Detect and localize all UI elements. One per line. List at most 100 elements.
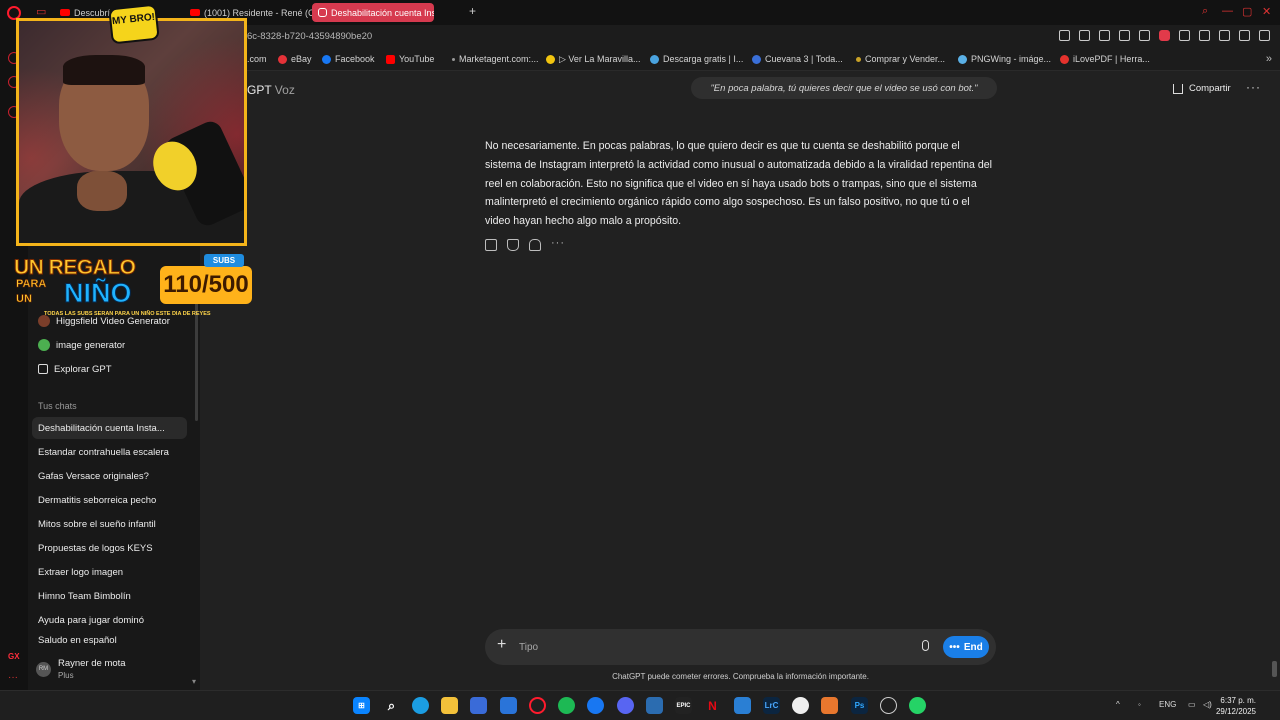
volume-icon[interactable]: ◁) [1203,700,1212,709]
bookmark-item[interactable]: eBay [278,54,312,64]
lightroom-icon[interactable]: LrC [763,697,780,714]
extension-vpn-icon[interactable] [1159,30,1170,41]
bookmark-item[interactable]: .com [247,54,267,64]
microphone-icon[interactable] [922,640,929,651]
network-icon[interactable]: ▭ [1188,700,1196,709]
tray-mic-icon[interactable]: ◦ [1138,700,1141,709]
promo-banner: UN REGALO PARA UN NIÑO 110/500 SUBS TODA… [14,252,252,320]
outlook-icon[interactable] [500,697,517,714]
pngwing-icon [958,54,967,64]
chat-item[interactable]: Ayuda para jugar dominó [32,609,187,631]
bookmark-item[interactable]: Descarga gratis | I... [650,54,743,64]
chat-item[interactable]: Estandar contrahuella escalera [32,441,187,463]
bookmark-item[interactable]: Cuevana 3 | Toda... [752,54,843,64]
maximize-button[interactable]: ▢ [1242,5,1252,18]
extension-game-icon[interactable] [1199,30,1210,41]
toolbar-icons [1059,30,1270,41]
user-menu[interactable]: RM Rayner de mota Plus [36,654,191,684]
pin-icon[interactable] [1059,30,1070,41]
facebook-icon[interactable] [587,697,604,714]
minimize-button[interactable]: — [1222,5,1233,17]
youtube-icon [190,9,200,16]
chat-item[interactable]: Gafas Versace originales? [32,465,187,487]
app-icon[interactable] [646,697,663,714]
extension-puzzle-icon[interactable] [1219,30,1230,41]
chat-item[interactable]: Himno Team Bimbolín [32,585,187,607]
chatgpt-app-icon[interactable] [792,697,809,714]
illustrator-style-icon[interactable] [821,697,838,714]
bookmark-item[interactable]: Comprar y Vender... [856,54,945,64]
close-window-button[interactable]: ✕ [1262,5,1271,18]
bookmark-item[interactable]: Marketagent.com:... [452,54,539,64]
bookmark-label: Facebook [335,54,375,64]
search-tabs-icon[interactable]: ⌕ [1202,5,1208,18]
search-icon[interactable]: ⌕ [383,697,400,714]
chat-item[interactable]: Deshabilitación cuenta Insta... [32,417,187,439]
streamer-hair [63,55,145,85]
download-icon[interactable] [1239,30,1250,41]
conversation-options-icon[interactable]: ··· [1246,80,1261,94]
edge-icon[interactable] [412,697,429,714]
share-button[interactable]: Compartir [1173,83,1231,94]
play-icon[interactable] [1119,30,1130,41]
promo-nino: NIÑO [64,278,132,309]
bookmark-label: Marketagent.com:... [459,54,539,64]
thumbs-up-icon[interactable] [507,239,519,251]
attach-plus-icon[interactable]: + [497,636,506,654]
model-selector[interactable]: GPT Voz [247,83,295,97]
model-name: GPT [247,83,272,97]
snapshot-icon[interactable] [1079,30,1090,41]
image-generator-icon [38,339,50,351]
sidebar-more-icon[interactable]: ··· [8,672,18,683]
bookmark-item[interactable]: iLovePDF | Herra... [1060,54,1150,64]
bookmark-item[interactable]: YouTube [386,54,434,64]
tab-overview-icon[interactable]: ▭ [36,5,46,18]
heart-icon[interactable] [1139,30,1150,41]
main-scrollbar[interactable] [1272,661,1277,677]
whatsapp-icon[interactable] [909,697,926,714]
clock[interactable]: 6:37 p. m. 29/12/2025 [1216,695,1256,717]
bookmark-item[interactable]: PNGWing - imáge... [958,54,1051,64]
gpt-image-generator[interactable]: image generator [38,334,188,356]
more-actions-icon[interactable]: ··· [551,238,567,251]
spotify-icon[interactable] [558,697,575,714]
language-indicator[interactable]: ENG [1159,700,1176,709]
store-icon[interactable] [470,697,487,714]
thumbs-down-icon[interactable] [529,239,541,251]
end-voice-button[interactable]: ••• End [943,636,989,658]
epic-games-icon[interactable]: EPIC [675,697,692,714]
chat-item[interactable]: Propuestas de logos KEYS [32,537,187,559]
photoshop-icon[interactable]: Ps [851,697,868,714]
menu-icon[interactable] [1259,30,1270,41]
user-plan: Plus [58,671,74,680]
scroll-down-icon[interactable]: ▾ [192,677,196,686]
shield-icon[interactable] [1099,30,1110,41]
tray-overflow-icon[interactable]: ^ [1116,700,1120,709]
windows-start-icon[interactable]: ⊞ [353,697,370,714]
promo-subs-badge: SUBS [204,254,244,267]
comprar-icon [856,56,861,62]
chat-item[interactable]: Saludo en español [32,633,187,647]
copy-icon[interactable] [485,239,497,251]
obs-icon[interactable] [880,697,897,714]
discord-icon[interactable] [617,697,634,714]
explore-gpts[interactable]: Explorar GPT [38,358,188,380]
gx-icon[interactable]: GX [8,652,20,661]
media-icon[interactable] [734,697,751,714]
bookmarks-more-icon[interactable]: » [1266,53,1272,65]
prompt-input[interactable] [519,638,899,656]
marketagent-icon [452,57,455,61]
file-explorer-icon[interactable] [441,697,458,714]
bookmark-item[interactable]: Facebook [322,54,375,64]
url-text[interactable]: 6c-8328-b720-43594890be20 [247,31,372,42]
chat-item[interactable]: Extraer logo imagen [32,561,187,583]
extension-icon[interactable] [1179,30,1190,41]
opera-gx-icon[interactable] [529,697,546,714]
chat-item[interactable]: Mitos sobre el sueño infantil [32,513,187,535]
model-mode: Voz [274,83,295,97]
new-tab-button[interactable]: + [469,4,476,18]
netflix-icon[interactable]: N [704,697,721,714]
chat-item[interactable]: Dermatitis seborreica pecho [32,489,187,511]
tab-deshabilitacion[interactable]: Deshabilitación cuenta Ins [312,3,434,22]
bookmark-item[interactable]: ▷ Ver La Maravilla... [546,54,640,65]
